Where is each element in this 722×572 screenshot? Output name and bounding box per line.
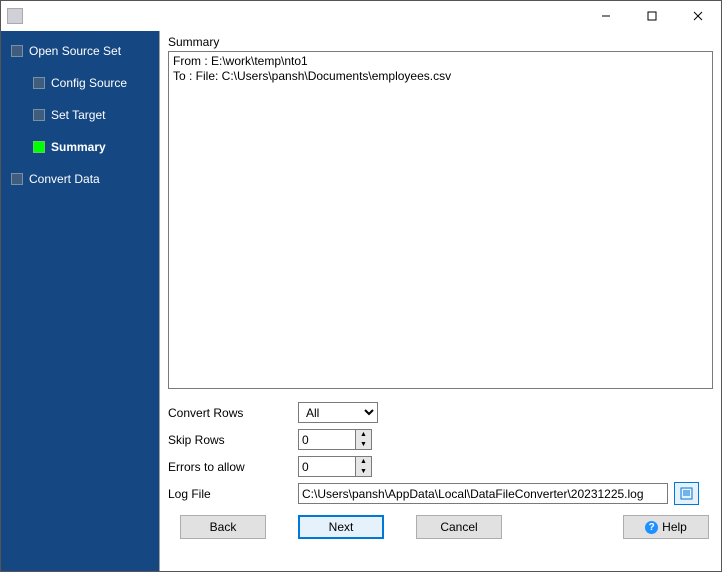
- options-form: Convert Rows All Skip Rows ▲ ▼: [168, 399, 713, 507]
- log-file-input[interactable]: [298, 483, 668, 504]
- skip-rows-label: Skip Rows: [168, 433, 298, 447]
- maximize-button[interactable]: [629, 1, 675, 31]
- sidebar-item-label: Config Source: [51, 76, 127, 90]
- step-box-icon: [33, 141, 45, 153]
- skip-rows-up-button[interactable]: ▲: [356, 430, 371, 440]
- sidebar: Open Source Set Config Source Set Target…: [1, 31, 159, 571]
- skip-rows-input[interactable]: [298, 429, 356, 450]
- sidebar-item-summary[interactable]: Summary: [1, 134, 159, 160]
- summary-to-line: To : File: C:\Users\pansh\Documents\empl…: [173, 69, 708, 84]
- cancel-button[interactable]: Cancel: [416, 515, 502, 539]
- sidebar-item-convert-data[interactable]: Convert Data: [1, 166, 159, 192]
- sidebar-item-set-target[interactable]: Set Target: [1, 102, 159, 128]
- minimize-button[interactable]: [583, 1, 629, 31]
- log-file-label: Log File: [168, 487, 298, 501]
- convert-rows-select[interactable]: All: [298, 402, 378, 423]
- step-box-icon: [11, 45, 23, 57]
- summary-from-line: From : E:\work\temp\nto1: [173, 54, 708, 69]
- sidebar-item-label: Set Target: [51, 108, 105, 122]
- window: Open Source Set Config Source Set Target…: [0, 0, 722, 572]
- log-file-browse-button[interactable]: [674, 482, 699, 505]
- content-area: Summary From : E:\work\temp\nto1 To : Fi…: [159, 31, 721, 571]
- errors-label: Errors to allow: [168, 460, 298, 474]
- titlebar: [1, 1, 721, 31]
- skip-rows-down-button[interactable]: ▼: [356, 440, 371, 450]
- step-box-icon: [33, 109, 45, 121]
- step-box-icon: [33, 77, 45, 89]
- next-button[interactable]: Next: [298, 515, 384, 539]
- window-controls: [583, 1, 721, 31]
- app-icon: [7, 8, 23, 24]
- help-icon: ?: [645, 521, 658, 534]
- errors-input[interactable]: [298, 456, 356, 477]
- summary-title: Summary: [168, 35, 713, 49]
- sidebar-item-label: Summary: [51, 140, 106, 154]
- sidebar-item-open-source-set[interactable]: Open Source Set: [1, 38, 159, 64]
- step-box-icon: [11, 173, 23, 185]
- close-button[interactable]: [675, 1, 721, 31]
- sidebar-item-config-source[interactable]: Config Source: [1, 70, 159, 96]
- errors-down-button[interactable]: ▼: [356, 467, 371, 477]
- document-icon: [680, 487, 693, 500]
- errors-up-button[interactable]: ▲: [356, 457, 371, 467]
- convert-rows-label: Convert Rows: [168, 406, 298, 420]
- button-row: Back Next Cancel ? Help: [160, 507, 721, 547]
- sidebar-item-label: Convert Data: [29, 172, 100, 186]
- back-button[interactable]: Back: [180, 515, 266, 539]
- help-button[interactable]: ? Help: [623, 515, 709, 539]
- summary-textbox[interactable]: From : E:\work\temp\nto1 To : File: C:\U…: [168, 51, 713, 389]
- sidebar-item-label: Open Source Set: [29, 44, 121, 58]
